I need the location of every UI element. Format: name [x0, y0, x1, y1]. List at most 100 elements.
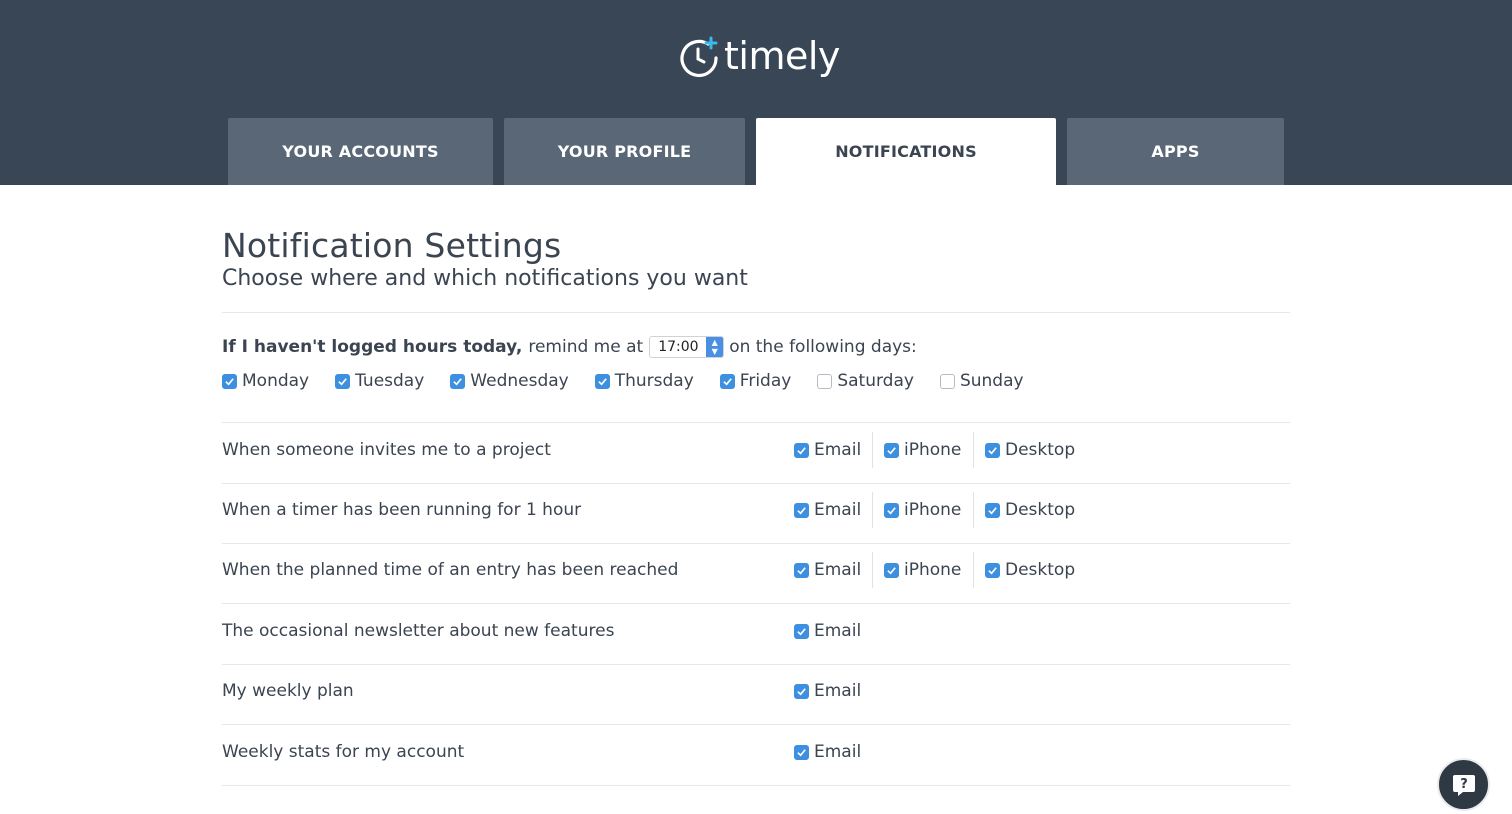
channel-divider	[973, 432, 974, 468]
channel-label: Email	[814, 500, 862, 520]
channel-label: iPhone	[904, 560, 962, 580]
channel-divider	[872, 492, 873, 528]
notification-label: The occasional newsletter about new feat…	[222, 621, 615, 641]
channel-iphone[interactable]: iPhone	[884, 440, 961, 460]
checkbox-checked-icon[interactable]	[794, 562, 809, 578]
checkbox-checked-icon[interactable]	[594, 373, 610, 389]
checkbox-checked-icon[interactable]	[884, 562, 899, 578]
app-header: timely YOUR ACCOUNTS YOUR PROFILE NOTIFI…	[0, 0, 1512, 185]
checkbox-checked-icon[interactable]	[985, 502, 1000, 518]
notification-row-weekly-plan: My weekly plan Email	[222, 661, 1290, 721]
checkbox-checked-icon[interactable]	[794, 683, 809, 699]
checkbox-checked-icon[interactable]	[884, 502, 899, 518]
notification-row-timer: When a timer has been running for 1 hour…	[222, 480, 1290, 540]
reminder-sentence: If I haven't logged hours today, remind …	[222, 334, 917, 360]
notification-label: Weekly stats for my account	[222, 742, 465, 762]
checkbox-checked-icon[interactable]	[985, 442, 1000, 458]
day-label: Saturday	[837, 371, 914, 391]
channel-iphone[interactable]: iPhone	[884, 500, 961, 520]
day-sunday[interactable]: Sunday	[939, 371, 1024, 391]
stepper-up-icon[interactable]: ▲	[706, 338, 723, 347]
checkbox-checked-icon[interactable]	[794, 744, 809, 760]
channel-desktop[interactable]: Desktop	[985, 560, 1075, 580]
channel-iphone[interactable]: iPhone	[884, 560, 961, 580]
channel-label: Email	[814, 440, 862, 460]
channel-label: Email	[814, 681, 862, 701]
channel-divider	[872, 552, 873, 588]
channel-divider	[973, 492, 974, 528]
reminder-bold-text: If I haven't logged hours today,	[222, 337, 523, 357]
checkbox-checked-icon[interactable]	[719, 373, 735, 389]
checkbox-unchecked-icon[interactable]	[939, 373, 955, 389]
notification-row-newsletter: The occasional newsletter about new feat…	[222, 601, 1290, 661]
channel-email[interactable]: Email	[794, 681, 861, 701]
channel-email[interactable]: Email	[794, 560, 861, 580]
channel-desktop[interactable]: Desktop	[985, 500, 1075, 520]
channel-divider	[973, 552, 974, 588]
day-label: Monday	[242, 371, 310, 391]
notification-label: When a timer has been running for 1 hour	[222, 500, 582, 520]
tab-your-profile[interactable]: YOUR PROFILE	[504, 118, 745, 185]
checkbox-checked-icon[interactable]	[985, 562, 1000, 578]
tab-your-accounts[interactable]: YOUR ACCOUNTS	[228, 118, 493, 185]
channel-label: Desktop	[1005, 500, 1076, 520]
logo-text: timely	[724, 34, 840, 78]
divider	[222, 785, 1290, 786]
timely-logo[interactable]: timely	[678, 34, 840, 80]
channel-divider	[872, 432, 873, 468]
notification-label: When the planned time of an entry has be…	[222, 560, 679, 580]
day-checkboxes: Monday Tuesday Wednesday Thursday Friday…	[222, 368, 1024, 394]
stepper-down-icon[interactable]: ▼	[706, 347, 723, 356]
notification-label: When someone invites me to a project	[222, 440, 551, 460]
notification-row-weekly-stats: Weekly stats for my account Email	[222, 722, 1290, 782]
channel-email[interactable]: Email	[794, 500, 861, 520]
channel-label: Desktop	[1005, 440, 1076, 460]
day-label: Wednesday	[470, 371, 569, 391]
channel-label: Email	[814, 621, 862, 641]
checkbox-checked-icon[interactable]	[794, 623, 809, 639]
day-saturday[interactable]: Saturday	[817, 371, 914, 391]
channel-label: iPhone	[904, 500, 962, 520]
tab-notifications[interactable]: NOTIFICATIONS	[756, 118, 1056, 185]
channel-email[interactable]: Email	[794, 742, 861, 762]
channel-label: Email	[814, 742, 862, 762]
day-friday[interactable]: Friday	[719, 371, 792, 391]
channel-label: iPhone	[904, 440, 962, 460]
divider	[222, 312, 1290, 313]
channel-label: Desktop	[1005, 560, 1076, 580]
page-title: Notification Settings	[222, 226, 562, 265]
time-stepper[interactable]: ▲ ▼	[706, 337, 724, 357]
day-tuesday[interactable]: Tuesday	[335, 371, 424, 391]
channel-email[interactable]: Email	[794, 621, 861, 641]
day-label: Tuesday	[355, 371, 425, 391]
day-thursday[interactable]: Thursday	[594, 371, 694, 391]
checkbox-checked-icon[interactable]	[450, 373, 466, 389]
timely-clock-icon	[680, 36, 718, 78]
checkbox-checked-icon[interactable]	[794, 442, 809, 458]
notification-row-planned-time: When the planned time of an entry has be…	[222, 540, 1290, 600]
channel-email[interactable]: Email	[794, 440, 861, 460]
help-glyph: ?	[1460, 777, 1468, 792]
help-chat-button[interactable]: ?	[1437, 758, 1490, 811]
help-chat-icon: ?	[1452, 774, 1475, 796]
tab-apps[interactable]: APPS	[1067, 118, 1284, 185]
reminder-time-input[interactable]: 17:00 ▲ ▼	[649, 336, 725, 358]
page-subtitle: Choose where and which notifications you…	[222, 266, 748, 291]
channel-label: Email	[814, 560, 862, 580]
day-label: Friday	[739, 371, 792, 391]
checkbox-unchecked-icon[interactable]	[817, 373, 833, 389]
checkbox-checked-icon[interactable]	[222, 373, 237, 389]
day-monday[interactable]: Monday	[222, 371, 309, 391]
reminder-text: remind me at	[528, 337, 644, 357]
checkbox-checked-icon[interactable]	[884, 442, 899, 458]
channel-desktop[interactable]: Desktop	[985, 440, 1075, 460]
day-label: Thursday	[614, 371, 694, 391]
notification-label: My weekly plan	[222, 681, 354, 701]
checkbox-checked-icon[interactable]	[335, 373, 351, 389]
day-label: Sunday	[959, 371, 1024, 391]
checkbox-checked-icon[interactable]	[794, 502, 809, 518]
reminder-time-value: 17:00	[658, 339, 699, 355]
day-wednesday[interactable]: Wednesday	[450, 371, 569, 391]
notification-row-invites: When someone invites me to a project Ema…	[222, 420, 1290, 480]
reminder-days-text: on the following days:	[729, 337, 917, 357]
